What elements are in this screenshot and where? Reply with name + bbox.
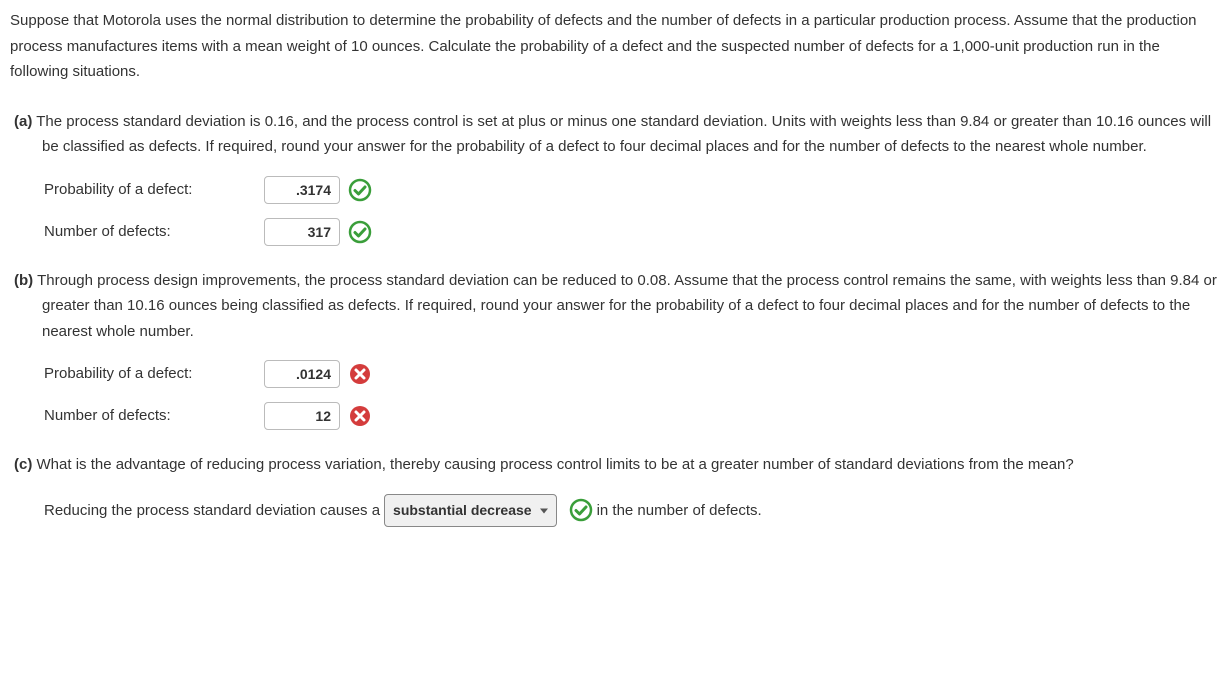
check-icon (348, 220, 372, 244)
check-icon (348, 178, 372, 202)
part-b-num-input[interactable] (264, 402, 340, 430)
part-c-text: What is the advantage of reducing proces… (37, 456, 1074, 473)
part-a-text: The process standard deviation is 0.16, … (36, 113, 1211, 156)
cross-icon (348, 404, 372, 428)
answer-prefix: Reducing the process standard deviation … (44, 498, 380, 524)
part-a-question: (a) The process standard deviation is 0.… (10, 109, 1218, 160)
prob-defect-label: Probability of a defect: (44, 361, 264, 387)
part-b-prob-row: Probability of a defect: (44, 360, 1218, 388)
part-b-text: Through process design improvements, the… (37, 272, 1217, 340)
part-a-prob-input[interactable] (264, 176, 340, 204)
part-b: (b) Through process design improvements,… (10, 268, 1218, 431)
part-b-prob-input[interactable] (264, 360, 340, 388)
num-defects-label: Number of defects: (44, 403, 264, 429)
part-a-num-row: Number of defects: (44, 218, 1218, 246)
part-a: (a) The process standard deviation is 0.… (10, 109, 1218, 246)
answer-suffix: in the number of defects. (597, 498, 762, 524)
part-c-label: (c) (14, 456, 32, 473)
check-icon (569, 498, 593, 522)
part-c: (c) What is the advantage of reducing pr… (10, 452, 1218, 527)
part-b-label: (b) (14, 272, 33, 289)
intro-text: Suppose that Motorola uses the normal di… (10, 8, 1218, 85)
part-b-question: (b) Through process design improvements,… (10, 268, 1218, 345)
part-b-num-row: Number of defects: (44, 402, 1218, 430)
part-c-select[interactable]: substantial decrease (384, 494, 557, 528)
part-a-num-input[interactable] (264, 218, 340, 246)
cross-icon (348, 362, 372, 386)
prob-defect-label: Probability of a defect: (44, 177, 264, 203)
part-a-label: (a) (14, 113, 32, 130)
select-value: substantial decrease (393, 499, 532, 523)
num-defects-label: Number of defects: (44, 219, 264, 245)
part-a-prob-row: Probability of a defect: (44, 176, 1218, 204)
part-c-question: (c) What is the advantage of reducing pr… (10, 452, 1218, 478)
part-c-answer-row: Reducing the process standard deviation … (10, 494, 1218, 528)
